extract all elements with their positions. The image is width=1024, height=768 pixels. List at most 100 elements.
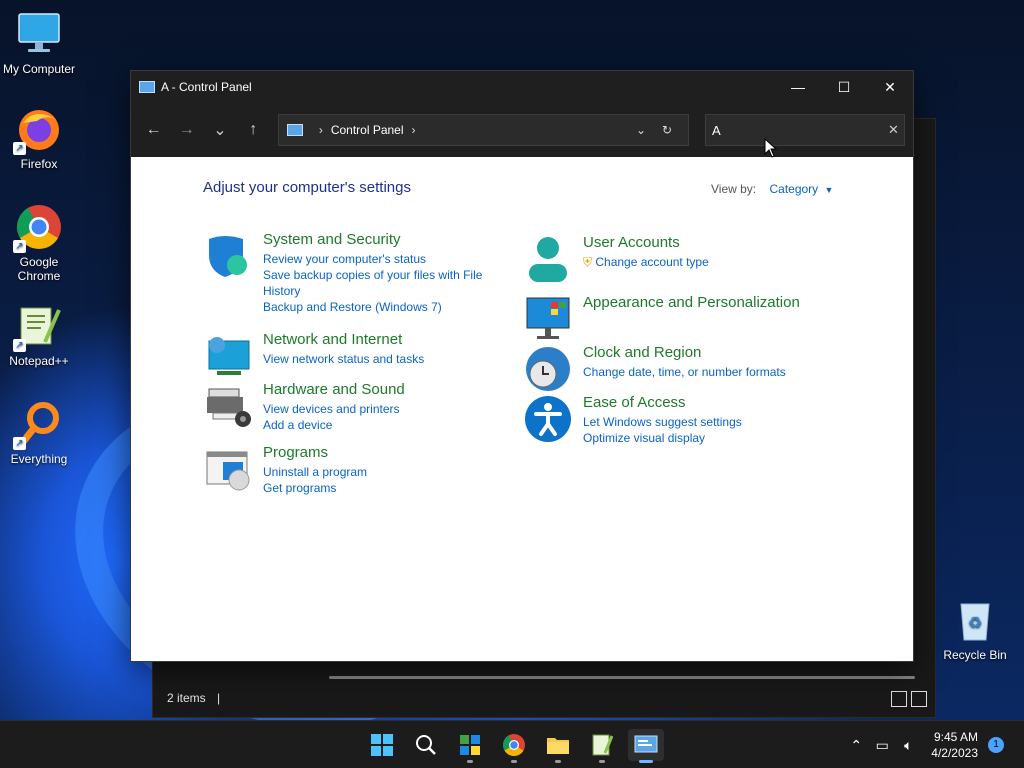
breadcrumb-chevron-icon[interactable]: › bbox=[412, 123, 416, 137]
desktop-icon-label: Google Chrome bbox=[17, 255, 61, 283]
taskbar-control-panel[interactable] bbox=[628, 729, 664, 763]
address-dropdown-icon[interactable]: ⌄ bbox=[628, 123, 654, 137]
control-panel-icon bbox=[286, 124, 303, 136]
category-title[interactable]: Clock and Region bbox=[583, 344, 813, 361]
navigation-bar: ← → ⌄ ↑ › Control Panel › ⌄ ↻ ✕ bbox=[131, 103, 913, 157]
clock-date: 4/2/2023 bbox=[931, 746, 978, 760]
clear-search-button[interactable]: ✕ bbox=[888, 122, 899, 138]
link-devices-printers[interactable]: View devices and printers bbox=[263, 401, 493, 417]
link-optimize-display[interactable]: Optimize visual display bbox=[583, 430, 813, 446]
recent-locations-button[interactable]: ⌄ bbox=[205, 115, 234, 145]
control-panel-window[interactable]: A - Control Panel — ☐ ✕ ← → ⌄ ↑ › Contro… bbox=[130, 70, 914, 662]
status-separator: | bbox=[217, 691, 221, 705]
category-hardware-and-sound: Hardware and Sound View devices and prin… bbox=[203, 381, 493, 433]
link-change-date-time[interactable]: Change date, time, or number formats bbox=[583, 364, 813, 380]
desktop-icon-everything[interactable]: ↗ Everything bbox=[1, 400, 77, 466]
shortcut-arrow-icon: ↗ bbox=[13, 142, 26, 155]
large-icons-view-button[interactable] bbox=[911, 691, 927, 707]
minimize-button[interactable]: — bbox=[775, 71, 821, 103]
link-change-account-type[interactable]: ⛨ Change account type bbox=[583, 254, 813, 270]
shortcut-arrow-icon: ↗ bbox=[13, 437, 26, 450]
breadcrumb-control-panel[interactable]: Control Panel bbox=[331, 123, 404, 137]
category-title[interactable]: Network and Internet bbox=[263, 331, 493, 348]
view-by-dropdown[interactable]: Category bbox=[769, 182, 818, 196]
show-hidden-icons-chevron-icon[interactable]: ⌃ bbox=[843, 737, 869, 754]
link-add-device[interactable]: Add a device bbox=[263, 417, 493, 433]
desktop-icon-notepad-plus-plus[interactable]: ↗ Notepad++ bbox=[1, 302, 77, 368]
category-title[interactable]: Hardware and Sound bbox=[263, 381, 493, 398]
link-backup-restore[interactable]: Backup and Restore (Windows 7) bbox=[263, 299, 493, 315]
notepad-plus-plus-icon bbox=[592, 734, 613, 756]
notification-badge[interactable]: 1 bbox=[988, 737, 1004, 753]
view-by-control: View by: Category ▼ bbox=[711, 182, 833, 196]
chrome-icon: ↗ bbox=[13, 203, 63, 253]
maximize-button[interactable]: ☐ bbox=[821, 71, 867, 103]
uac-shield-icon: ⛨ bbox=[583, 255, 593, 269]
search-box[interactable]: ✕ bbox=[705, 114, 906, 146]
status-item-count: 2 items bbox=[167, 691, 206, 705]
notepad-plus-plus-icon: ↗ bbox=[13, 302, 63, 352]
caret-down-icon[interactable]: ▼ bbox=[825, 185, 834, 195]
user-icon bbox=[523, 234, 573, 284]
desktop-icon-firefox[interactable]: ↗ Firefox bbox=[1, 105, 77, 171]
taskbar-file-explorer[interactable] bbox=[540, 729, 576, 763]
category-title[interactable]: Appearance and Personalization bbox=[583, 294, 843, 311]
search-icon bbox=[416, 735, 436, 755]
volume-icon[interactable]: 🔈︎ bbox=[895, 737, 921, 754]
link-file-history[interactable]: Save backup copies of your files with Fi… bbox=[263, 267, 493, 299]
address-bar[interactable]: › Control Panel › ⌄ ↻ bbox=[277, 114, 690, 146]
shield-icon bbox=[203, 231, 253, 281]
category-title[interactable]: Ease of Access bbox=[583, 394, 813, 411]
link-get-programs[interactable]: Get programs bbox=[263, 480, 493, 496]
link-windows-suggest[interactable]: Let Windows suggest settings bbox=[583, 414, 813, 430]
link-network-status[interactable]: View network status and tasks bbox=[263, 351, 493, 367]
accessibility-icon bbox=[523, 394, 573, 444]
title-bar[interactable]: A - Control Panel — ☐ ✕ bbox=[131, 71, 913, 103]
system-tray: ⌃ ▭ 🔈︎ 9:45 AM 4/2/2023 1 bbox=[843, 721, 1024, 768]
desktop-icon-my-computer[interactable]: My Computer bbox=[1, 10, 77, 76]
close-button[interactable]: ✕ bbox=[867, 71, 913, 103]
link-label: Change account type bbox=[595, 255, 709, 269]
category-title[interactable]: System and Security bbox=[263, 231, 493, 248]
search-button[interactable] bbox=[408, 729, 444, 761]
window-title: A - Control Panel bbox=[161, 80, 252, 94]
search-input[interactable] bbox=[712, 122, 889, 138]
category-clock-and-region: Clock and Region Change date, time, or n… bbox=[523, 344, 813, 394]
view-by-label: View by: bbox=[711, 182, 757, 196]
back-button[interactable]: ← bbox=[139, 115, 168, 145]
category-title[interactable]: Programs bbox=[263, 444, 493, 461]
refresh-button[interactable]: ↻ bbox=[654, 123, 680, 137]
widgets-button[interactable] bbox=[452, 729, 488, 763]
desktop-icon-label: Firefox bbox=[20, 157, 58, 171]
start-button[interactable] bbox=[364, 729, 400, 761]
desktop-icon-recycle-bin[interactable]: ♻ Recycle Bin bbox=[937, 596, 1013, 662]
control-panel-content: Adjust your computer's settings View by:… bbox=[131, 157, 913, 663]
category-user-accounts: User Accounts ⛨ Change account type bbox=[523, 234, 813, 284]
taskbar-apps bbox=[364, 729, 664, 763]
printer-icon bbox=[203, 381, 253, 431]
desktop-icon-label: Everything bbox=[10, 452, 68, 466]
link-uninstall-program[interactable]: Uninstall a program bbox=[263, 464, 493, 480]
widgets-icon bbox=[460, 735, 480, 755]
details-view-button[interactable] bbox=[891, 691, 907, 707]
status-bar: 2 items | bbox=[153, 679, 935, 717]
taskbar-chrome[interactable] bbox=[496, 729, 532, 763]
control-panel-icon bbox=[634, 735, 658, 753]
desktop-icon-google-chrome[interactable]: ↗ Google Chrome bbox=[1, 203, 77, 283]
taskbar-notepad-plus-plus[interactable] bbox=[584, 729, 620, 763]
clock[interactable]: 9:45 AM 4/2/2023 bbox=[931, 729, 978, 761]
desktop-icon-label: My Computer bbox=[2, 62, 76, 76]
folder-icon bbox=[547, 738, 569, 754]
network-icon[interactable]: ▭ bbox=[869, 737, 895, 754]
control-panel-icon bbox=[139, 81, 155, 93]
category-title[interactable]: User Accounts bbox=[583, 234, 813, 251]
forward-button[interactable]: → bbox=[172, 115, 201, 145]
recycle-bin-icon: ♻ bbox=[951, 596, 999, 644]
category-system-and-security: System and Security Review your computer… bbox=[203, 231, 493, 315]
up-button[interactable]: ↑ bbox=[239, 115, 268, 145]
shortcut-arrow-icon: ↗ bbox=[13, 240, 26, 253]
programs-icon bbox=[203, 444, 253, 494]
taskbar: ⌃ ▭ 🔈︎ 9:45 AM 4/2/2023 1 bbox=[0, 720, 1024, 768]
appearance-icon bbox=[523, 294, 573, 344]
link-review-status[interactable]: Review your computer's status bbox=[263, 251, 493, 267]
